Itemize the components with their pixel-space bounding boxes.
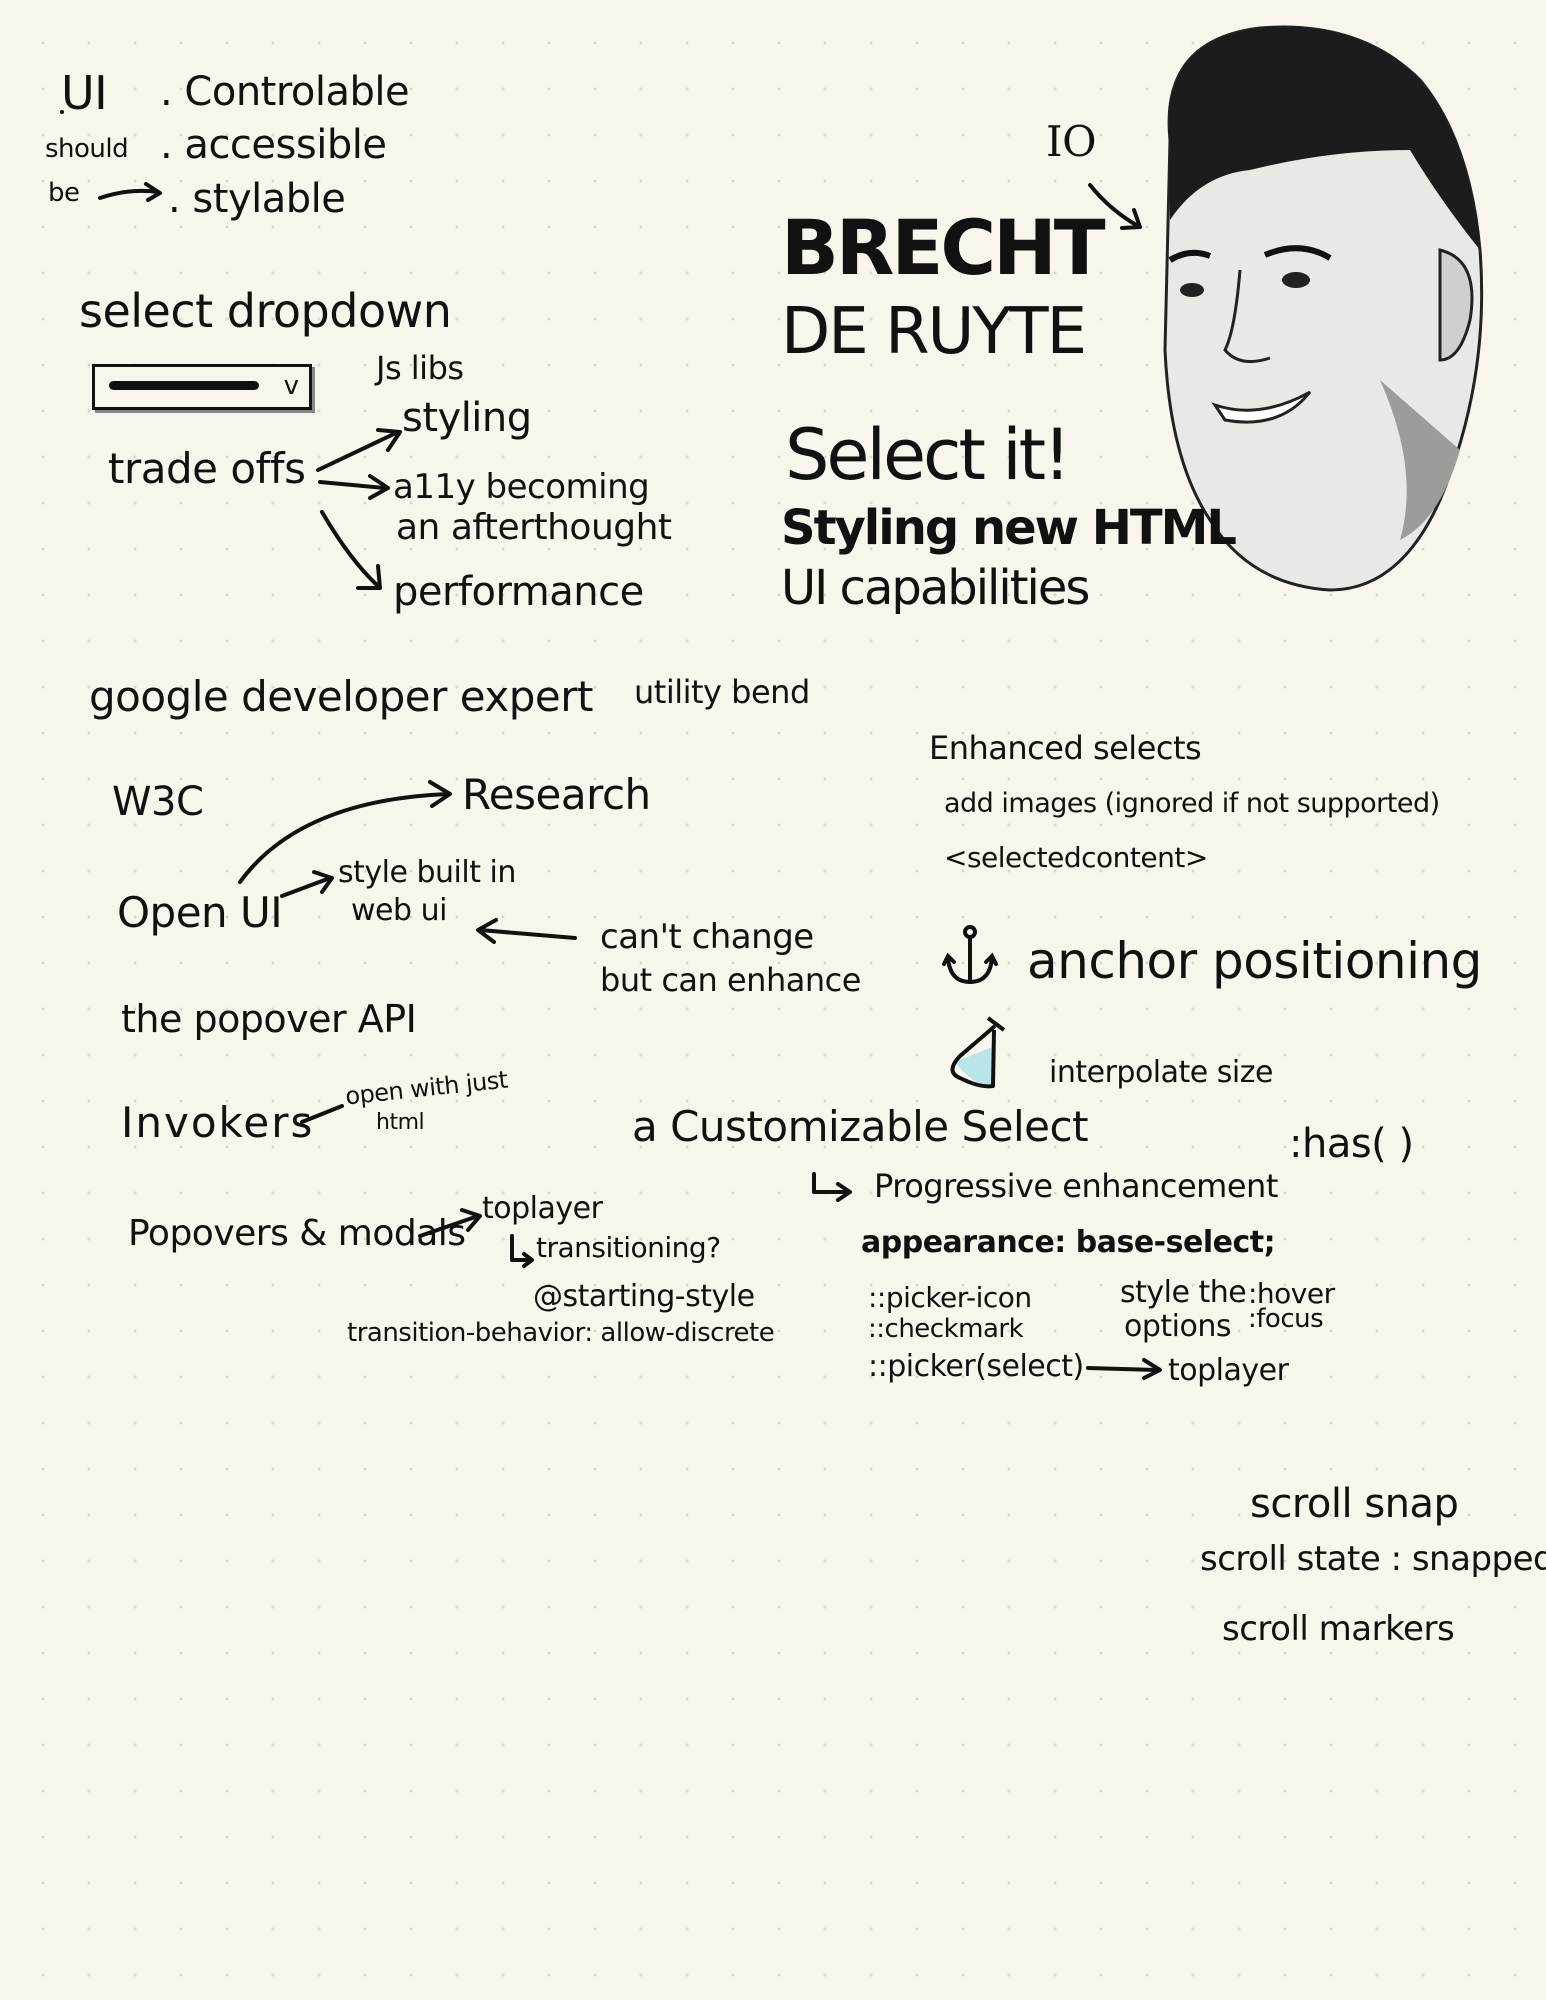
- chevron-down-icon: v: [283, 371, 299, 401]
- dropdown-sketch: v: [92, 364, 312, 410]
- arrow-cant: [476, 918, 577, 944]
- arrow-be: [98, 182, 162, 202]
- trade-off-item: a11y becoming: [393, 467, 650, 507]
- scroll-state-label: scroll state : snapped: [1200, 1539, 1546, 1579]
- style-options: style the: [1120, 1275, 1247, 1310]
- open-ui-label: Open UI: [117, 888, 283, 937]
- enhanced-heading: Enhanced selects: [929, 729, 1202, 767]
- toplayer-label: toplayer: [482, 1191, 603, 1226]
- arrow-picker: [1086, 1358, 1162, 1380]
- event-label: IO: [1046, 117, 1097, 166]
- customizable-select-title: a Customizable Select: [632, 1102, 1089, 1151]
- talk-title: Select it!: [785, 414, 1071, 496]
- arrow-transitioning: [510, 1234, 534, 1268]
- be-label: be: [48, 178, 80, 208]
- toplayer-label: toplayer: [1168, 1353, 1289, 1388]
- w3c-label: W3C: [112, 779, 204, 825]
- progressive-label: Progressive enhancement: [874, 1167, 1278, 1205]
- pseudo-item: ::picker-icon: [868, 1281, 1032, 1314]
- should-label: should: [45, 134, 129, 164]
- arrow-styling: [316, 428, 402, 472]
- talk-subtitle: UI capabilities: [781, 560, 1090, 616]
- popover-api-label: the popover API: [121, 997, 417, 1041]
- focus-label: :focus: [1248, 1304, 1324, 1334]
- popovers-label: Popovers & modals: [128, 1213, 466, 1254]
- invokers-note: html: [376, 1110, 425, 1135]
- principle-item: . accessible: [160, 122, 387, 168]
- js-libs-label: Js libs: [376, 349, 464, 387]
- has-label: :has( ): [1289, 1121, 1414, 1167]
- ui-label: UI: [61, 66, 108, 120]
- style-options: options: [1124, 1309, 1232, 1344]
- starting-style-label: @starting-style: [533, 1279, 755, 1314]
- appearance-label: appearance: base-select;: [861, 1225, 1276, 1260]
- style-built-in: style built in: [338, 855, 516, 890]
- speaker-last-name: DE RUYTE: [781, 295, 1087, 369]
- transitioning-label: transitioning?: [536, 1231, 721, 1264]
- trade-off-item: an afterthought: [396, 507, 672, 548]
- transition-behavior-label: transition-behavior: allow-discrete: [347, 1318, 775, 1348]
- principle-item: . stylable: [168, 176, 346, 222]
- flask-icon: [950, 1016, 1006, 1089]
- anchor-icon: [942, 925, 998, 985]
- pseudo-item: ::checkmark: [868, 1314, 1024, 1344]
- principle-item: . Controlable: [160, 69, 410, 115]
- enhanced-item: <selectedcontent>: [944, 841, 1208, 874]
- trade-off-item: styling: [402, 395, 532, 441]
- talk-subtitle: Styling new HTML: [781, 500, 1237, 556]
- trade-off-item: performance: [393, 569, 644, 615]
- arrow-style: [280, 870, 334, 898]
- interpolate-size-label: interpolate size: [1049, 1055, 1273, 1090]
- gde-label: google developer expert: [89, 672, 593, 721]
- company-label: utility bend: [634, 673, 810, 711]
- scroll-snap-label: scroll snap: [1250, 1481, 1459, 1527]
- scroll-markers-label: scroll markers: [1222, 1609, 1455, 1649]
- cant-change: but can enhance: [600, 961, 861, 999]
- style-built-in: web ui: [351, 893, 447, 928]
- arrow-progressive: [812, 1172, 852, 1202]
- pseudo-item: ::picker(select): [868, 1349, 1084, 1384]
- arrow-performance: [320, 510, 382, 590]
- invokers-note: open with just: [343, 1065, 509, 1111]
- section-heading: select dropdown: [79, 284, 452, 338]
- anchor-positioning-label: anchor positioning: [1027, 932, 1482, 990]
- enhanced-item: add images (ignored if not supported): [944, 788, 1440, 819]
- cant-change: can't change: [600, 917, 814, 957]
- invokers-label: Invokers: [121, 1098, 315, 1147]
- trade-offs-label: trade offs: [108, 444, 306, 493]
- speaker-first-name: BRECHT: [781, 203, 1106, 292]
- arrow-a11y: [318, 474, 390, 500]
- research-label: Research: [462, 770, 651, 819]
